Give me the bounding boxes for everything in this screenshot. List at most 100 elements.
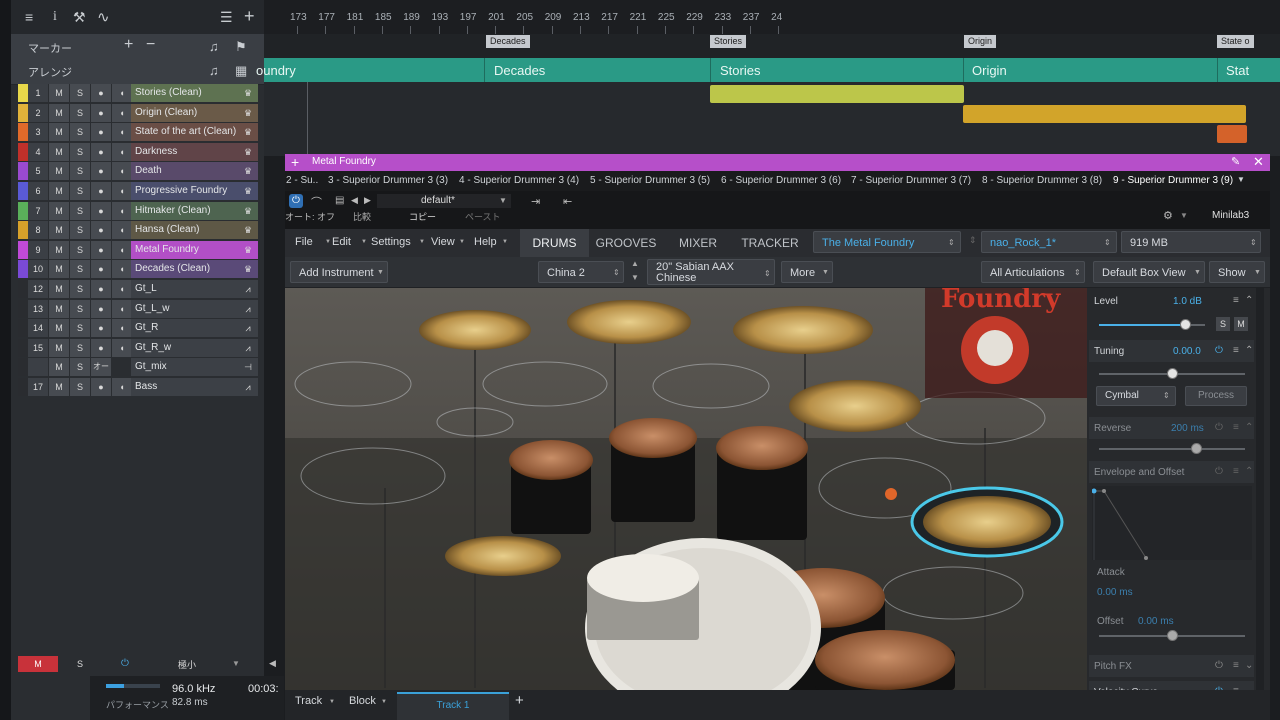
- collapse-left-icon[interactable]: ◀: [269, 658, 276, 669]
- track-name[interactable]: Metal Foundry: [131, 240, 242, 259]
- file-dropdown-icon[interactable]: ▼: [325, 239, 331, 245]
- record-arm-button[interactable]: ●: [90, 319, 111, 338]
- next-preset-icon[interactable]: ▶: [364, 195, 371, 206]
- monitor-button[interactable]: ◖: [111, 201, 132, 220]
- mute-button[interactable]: M: [48, 338, 69, 357]
- list-icon[interactable]: ☰: [220, 9, 233, 26]
- track-name[interactable]: Hansa (Clean): [131, 221, 242, 240]
- track-row[interactable]: 15 M S ● ◖ Gt_R_w ⩘: [18, 338, 258, 357]
- track-row[interactable]: 8 M S ● ◖ Hansa (Clean) ♛: [18, 221, 258, 240]
- settings-menu-dropdown-icon[interactable]: ▼: [419, 239, 425, 245]
- plugin-instance-tab[interactable]: 3 - Superior Drummer 3 (3): [328, 175, 448, 186]
- add-track-icon[interactable]: +: [515, 692, 524, 709]
- preset-box[interactable]: default* ▼: [377, 194, 511, 208]
- offset-value[interactable]: 0.00 ms: [1138, 616, 1174, 627]
- track-row[interactable]: 14 M S ● ◖ Gt_R ⩘: [18, 319, 258, 338]
- record-arm-button[interactable]: ●: [90, 142, 111, 161]
- copy-button[interactable]: コピー: [409, 210, 436, 223]
- instrument-select[interactable]: China 2 ⇕: [538, 261, 624, 283]
- solo-button[interactable]: S: [69, 182, 90, 200]
- envelope-graph[interactable]: [1091, 486, 1252, 560]
- pitch-fx-menu-icon[interactable]: ≡: [1233, 660, 1239, 671]
- monitor-button[interactable]: ◖: [111, 142, 132, 161]
- record-arm-button[interactable]: ●: [90, 280, 111, 298]
- loop-icon[interactable]: ⌒: [311, 194, 322, 210]
- global-solo-button[interactable]: S: [60, 656, 100, 672]
- power-icon[interactable]: ⏻: [110, 656, 140, 672]
- monitor-button[interactable]: ◖: [111, 221, 132, 240]
- plugin-power-icon[interactable]: ⏻: [289, 194, 303, 208]
- track-name[interactable]: Gt_R_w: [131, 338, 242, 357]
- link-icon[interactable]: ⇕: [969, 235, 977, 246]
- record-arm-button[interactable]: ●: [90, 260, 111, 279]
- mute-button[interactable]: M: [48, 142, 69, 161]
- tab-track-1[interactable]: Track 1: [397, 692, 509, 720]
- track-row[interactable]: 12 M S ● ◖ Gt_L ⩘: [18, 280, 258, 298]
- record-arm-button[interactable]: ●: [90, 123, 111, 142]
- arrangement-section[interactable]: Stories: [720, 63, 760, 78]
- mute-button[interactable]: M: [48, 221, 69, 240]
- mute-button[interactable]: M: [48, 162, 69, 181]
- plugin-instance-tab[interactable]: 7 - Superior Drummer 3 (7): [851, 175, 971, 186]
- add-instrument-dropdown-icon[interactable]: ▼: [377, 262, 384, 284]
- articulations-select[interactable]: All Articulations ⇕: [981, 261, 1085, 283]
- clip-origin[interactable]: [963, 105, 1246, 123]
- menu-help[interactable]: Help: [474, 236, 497, 248]
- mute-button[interactable]: M: [48, 319, 69, 338]
- playhead[interactable]: [307, 82, 308, 156]
- monitor-button[interactable]: ◖: [111, 84, 132, 102]
- info-icon[interactable]: i: [53, 9, 57, 25]
- mute-button[interactable]: M: [48, 378, 69, 396]
- clip-state-of-the-art[interactable]: [1217, 125, 1247, 143]
- track-name[interactable]: Stories (Clean): [131, 84, 242, 102]
- track-name[interactable]: Gt_mix: [131, 358, 242, 377]
- compare-button[interactable]: 比較: [353, 210, 371, 223]
- solo-button[interactable]: S: [69, 201, 90, 220]
- tabs-dropdown-icon[interactable]: ▼: [1237, 175, 1245, 184]
- reverse-slider-knob[interactable]: [1191, 443, 1202, 454]
- kit-preset-dropdown-icon[interactable]: ⇕: [1104, 232, 1111, 254]
- instrument-up-icon[interactable]: ▲: [631, 259, 639, 268]
- record-arm-button[interactable]: ●: [90, 221, 111, 240]
- grid-icon[interactable]: ▦: [235, 63, 247, 79]
- solo-button[interactable]: S: [69, 378, 90, 396]
- monitor-button[interactable]: ◖: [111, 182, 132, 200]
- solo-button[interactable]: S: [69, 221, 90, 240]
- level-value[interactable]: 1.0 dB: [1173, 296, 1202, 307]
- show-dropdown-icon[interactable]: ▼: [1254, 262, 1261, 284]
- tuning-power-icon[interactable]: ⏻: [1215, 345, 1223, 356]
- automation-mode[interactable]: オート: オフ: [90, 358, 111, 407]
- track-row[interactable]: 1 M S ● ◖ Stories (Clean) ♛: [18, 84, 258, 102]
- mute-button[interactable]: M: [1234, 317, 1248, 331]
- envelope-menu-icon[interactable]: ≡: [1233, 466, 1239, 477]
- record-arm-button[interactable]: ●: [90, 240, 111, 259]
- kit-preset-select[interactable]: nao_Rock_1* ⇕: [981, 231, 1117, 253]
- track-menu[interactable]: Track: [295, 695, 322, 707]
- add-instrument-button[interactable]: Add Instrument ▼: [290, 261, 388, 283]
- menu-file[interactable]: File: [295, 236, 313, 248]
- track-name[interactable]: Darkness: [131, 142, 242, 161]
- track-name[interactable]: Death: [131, 162, 242, 181]
- save-icon[interactable]: ▤: [335, 195, 344, 206]
- timeline-ruler[interactable]: 173 177 181 185 189 193 197 201 205 209 213 217 221 2…: [264, 0, 1280, 34]
- clip-stories[interactable]: [710, 85, 964, 103]
- mute-button[interactable]: M: [48, 358, 69, 377]
- mute-button[interactable]: M: [48, 280, 69, 298]
- process-button[interactable]: Process: [1185, 386, 1247, 406]
- panel-scrollbar[interactable]: [1256, 288, 1264, 690]
- plugin-instance-tab[interactable]: 6 - Superior Drummer 3 (6): [721, 175, 841, 186]
- instrument-down-icon[interactable]: ▼: [631, 273, 639, 282]
- reverse-power-icon[interactable]: ⏻: [1215, 422, 1223, 433]
- cymbal-select[interactable]: 20" Sabian AAX Chinese ⇕: [647, 259, 775, 285]
- solo-button[interactable]: S: [69, 162, 90, 181]
- drum-kit-svg[interactable]: [285, 288, 1087, 690]
- instrument-dropdown-icon[interactable]: ⇕: [613, 262, 620, 284]
- track-name[interactable]: Gt_R: [131, 319, 242, 338]
- flag-icon[interactable]: ⚑: [235, 39, 247, 55]
- level-slider-knob[interactable]: [1180, 319, 1191, 330]
- size-dropdown-icon[interactable]: ▼: [232, 659, 240, 668]
- selected-china-cymbal[interactable]: [910, 486, 1064, 558]
- pin-icon[interactable]: ✎: [1231, 155, 1240, 168]
- drum-kit-view[interactable]: Foundry: [285, 288, 1087, 690]
- hotspot-icon[interactable]: [885, 488, 897, 500]
